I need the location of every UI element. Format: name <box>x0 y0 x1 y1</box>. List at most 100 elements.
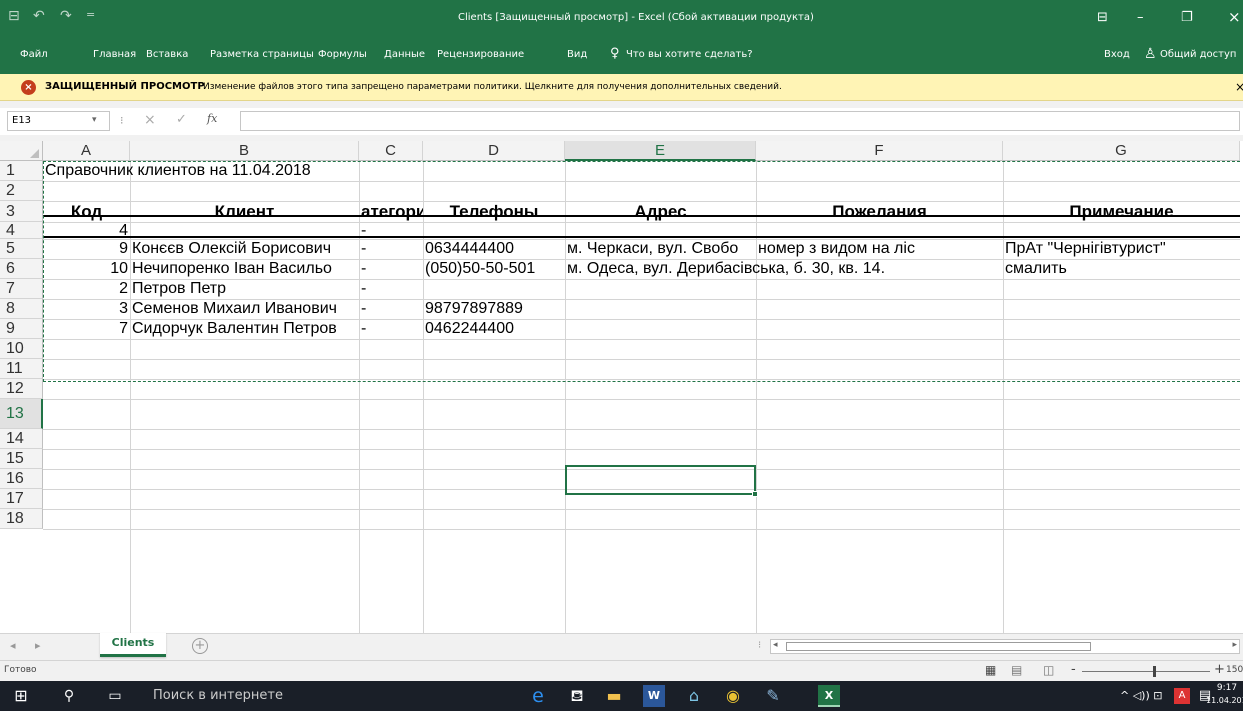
column-header-e[interactable]: E <box>565 141 756 161</box>
row-header-2[interactable]: 2 <box>0 181 43 201</box>
formula-bar-splitter[interactable]: ⁝ <box>120 114 124 127</box>
row-header-16[interactable]: 16 <box>0 469 43 489</box>
qat-customize-icon[interactable]: = <box>86 8 95 21</box>
row-header-8[interactable]: 8 <box>0 299 43 319</box>
signin-link[interactable]: Вход <box>1104 49 1130 60</box>
row-header-4[interactable]: 4 <box>0 222 43 239</box>
row-header-12[interactable]: 12 <box>0 379 43 399</box>
windows-start-icon[interactable]: ⊞ <box>10 685 32 707</box>
cell-code-row7[interactable]: 2 <box>43 279 130 299</box>
row-header-13[interactable]: 13 <box>0 399 43 429</box>
row-header-11[interactable]: 11 <box>0 359 43 379</box>
row-header-15[interactable]: 15 <box>0 449 43 469</box>
cell-note-row5[interactable]: ПрАт "Чернігівтурист" <box>1003 239 1240 259</box>
store-icon[interactable]: ⛾ <box>566 685 588 707</box>
insert-function-icon[interactable]: fx <box>207 112 217 125</box>
edge-icon[interactable]: e <box>527 685 549 707</box>
cell-client-row7[interactable]: Петров Петр <box>130 279 359 299</box>
tab-scroll-prev-icon[interactable]: ◂ <box>10 639 16 652</box>
cell-code-row5[interactable]: 9 <box>43 239 130 259</box>
sheet-tab-clients[interactable]: Clients <box>100 633 166 657</box>
tab-review[interactable]: Рецензирование <box>437 49 524 60</box>
cell-client-row8[interactable]: Семенов Михаил Иванович <box>130 299 359 319</box>
tab-page-layout[interactable]: Разметка страницы <box>210 49 314 60</box>
share-user-icon[interactable]: ♙ <box>1144 46 1157 62</box>
sheet-title-cell[interactable]: Справочник клиентов на 11.04.2018 <box>43 161 423 181</box>
acrobat-tray-icon[interactable]: A <box>1174 688 1190 704</box>
cell-note-row6[interactable]: смалить <box>1003 259 1240 279</box>
page-break-view-icon[interactable]: ◫ <box>1043 663 1054 677</box>
column-header-f[interactable]: F <box>756 141 1003 161</box>
protected-view-close-icon[interactable]: × <box>1235 80 1243 94</box>
tab-file[interactable]: Файл <box>20 49 48 60</box>
restore-button[interactable]: ❐ <box>1181 10 1193 25</box>
column-header-a[interactable]: A <box>43 141 130 161</box>
cell-client-row6[interactable]: Нечипоренко Іван Васильо <box>130 259 359 279</box>
home-app-icon[interactable]: ⌂ <box>683 685 705 707</box>
tab-formulas[interactable]: Формулы <box>318 49 367 60</box>
chrome-icon[interactable]: ◉ <box>722 685 744 707</box>
cell-category-row8[interactable]: - <box>359 299 423 319</box>
clock-time[interactable]: 9:17 <box>1212 683 1242 693</box>
scrollbar-thumb[interactable] <box>786 642 1091 651</box>
row-header-18[interactable]: 18 <box>0 509 43 529</box>
file-explorer-icon[interactable]: ▬ <box>603 685 625 707</box>
add-sheet-icon[interactable]: + <box>192 638 208 654</box>
task-view-icon[interactable]: ▭ <box>104 685 126 707</box>
column-header-c[interactable]: C <box>359 141 423 161</box>
column-header-d[interactable]: D <box>423 141 565 161</box>
taskbar-search-input[interactable]: Поиск в интернете <box>153 688 283 703</box>
paint-icon[interactable]: ✎ <box>762 685 784 707</box>
page-layout-view-icon[interactable]: ▤ <box>1011 663 1022 677</box>
horizontal-scrollbar[interactable]: ◂ ▸ <box>770 639 1240 654</box>
cell-address-row6[interactable]: м. Одеса, вул. Дерибасівська, б. 30, кв.… <box>565 259 1003 279</box>
cell-phones-row6[interactable]: (050)50-50-501 <box>423 259 565 279</box>
header-client[interactable]: Клиент <box>130 201 359 222</box>
row-header-1[interactable]: 1 <box>0 161 43 181</box>
clock-date[interactable]: 11.04.2018 <box>1206 696 1243 705</box>
protected-view-bar[interactable]: × ЗАЩИЩЕННЫЙ ПРОСМОТР Изменение файлов э… <box>0 74 1243 101</box>
select-all-corner[interactable] <box>0 141 43 161</box>
zoom-out-button[interactable]: - <box>1071 662 1076 677</box>
redo-icon[interactable]: ↷ <box>60 8 72 24</box>
cell-client-row9[interactable]: Сидорчук Валентин Петров <box>130 319 359 339</box>
active-cell-selection[interactable] <box>565 465 758 497</box>
name-box-dropdown-icon[interactable]: ▾ <box>92 115 97 125</box>
cell-phones-row5[interactable]: 0634444400 <box>423 239 565 259</box>
row-header-9[interactable]: 9 <box>0 319 43 339</box>
search-icon[interactable]: ⚲ <box>58 685 80 707</box>
row-header-6[interactable]: 6 <box>0 259 43 279</box>
scroll-left-icon[interactable]: ◂ <box>773 640 778 650</box>
header-wishes[interactable]: Пожелания <box>756 201 1003 222</box>
row-header-17[interactable]: 17 <box>0 489 43 509</box>
zoom-in-button[interactable]: + <box>1214 662 1225 677</box>
cell-code-row6[interactable]: 10 <box>43 259 130 279</box>
column-header-b[interactable]: B <box>130 141 359 161</box>
cell-category-row7[interactable]: - <box>359 279 423 299</box>
header-note[interactable]: Примечание <box>1003 201 1240 222</box>
cell-code-row8[interactable]: 3 <box>43 299 130 319</box>
cancel-icon[interactable]: × <box>144 112 156 128</box>
header-address[interactable]: Адрес <box>565 201 756 222</box>
tab-home[interactable]: Главная <box>93 49 136 60</box>
column-header-g[interactable]: G <box>1003 141 1240 161</box>
header-code[interactable]: Код <box>43 201 130 222</box>
word-icon[interactable]: W <box>643 685 665 707</box>
sheet-grid[interactable]: ABCDEFG 1 2 3 4 5 6 7 8 9 10 11 12 13 14 15 16 17 18 Спра… <box>0 141 1240 633</box>
system-tray-icons[interactable]: ^ ◁)) ⊡ <box>1120 689 1162 702</box>
fill-handle[interactable] <box>752 491 758 497</box>
row-header-5[interactable]: 5 <box>0 239 43 259</box>
cell-phones-row9[interactable]: 0462244400 <box>423 319 565 339</box>
tab-scroll-next-icon[interactable]: ▸ <box>35 639 41 652</box>
row-header-7[interactable]: 7 <box>0 279 43 299</box>
share-button[interactable]: Общий доступ <box>1160 49 1236 60</box>
scroll-right-icon[interactable]: ▸ <box>1232 640 1237 650</box>
save-icon[interactable]: ⊟ <box>8 8 20 24</box>
cell-code-row9[interactable]: 7 <box>43 319 130 339</box>
cell-wishes-row5[interactable]: номер з видом на ліс <box>756 239 1003 259</box>
cell-address-row5[interactable]: м. Черкаси, вул. Свобо <box>565 239 756 259</box>
tab-insert[interactable]: Вставка <box>146 49 188 60</box>
formula-input[interactable] <box>240 111 1240 131</box>
header-category[interactable]: атегори <box>359 201 423 222</box>
cell-category-row6[interactable]: - <box>359 259 423 279</box>
